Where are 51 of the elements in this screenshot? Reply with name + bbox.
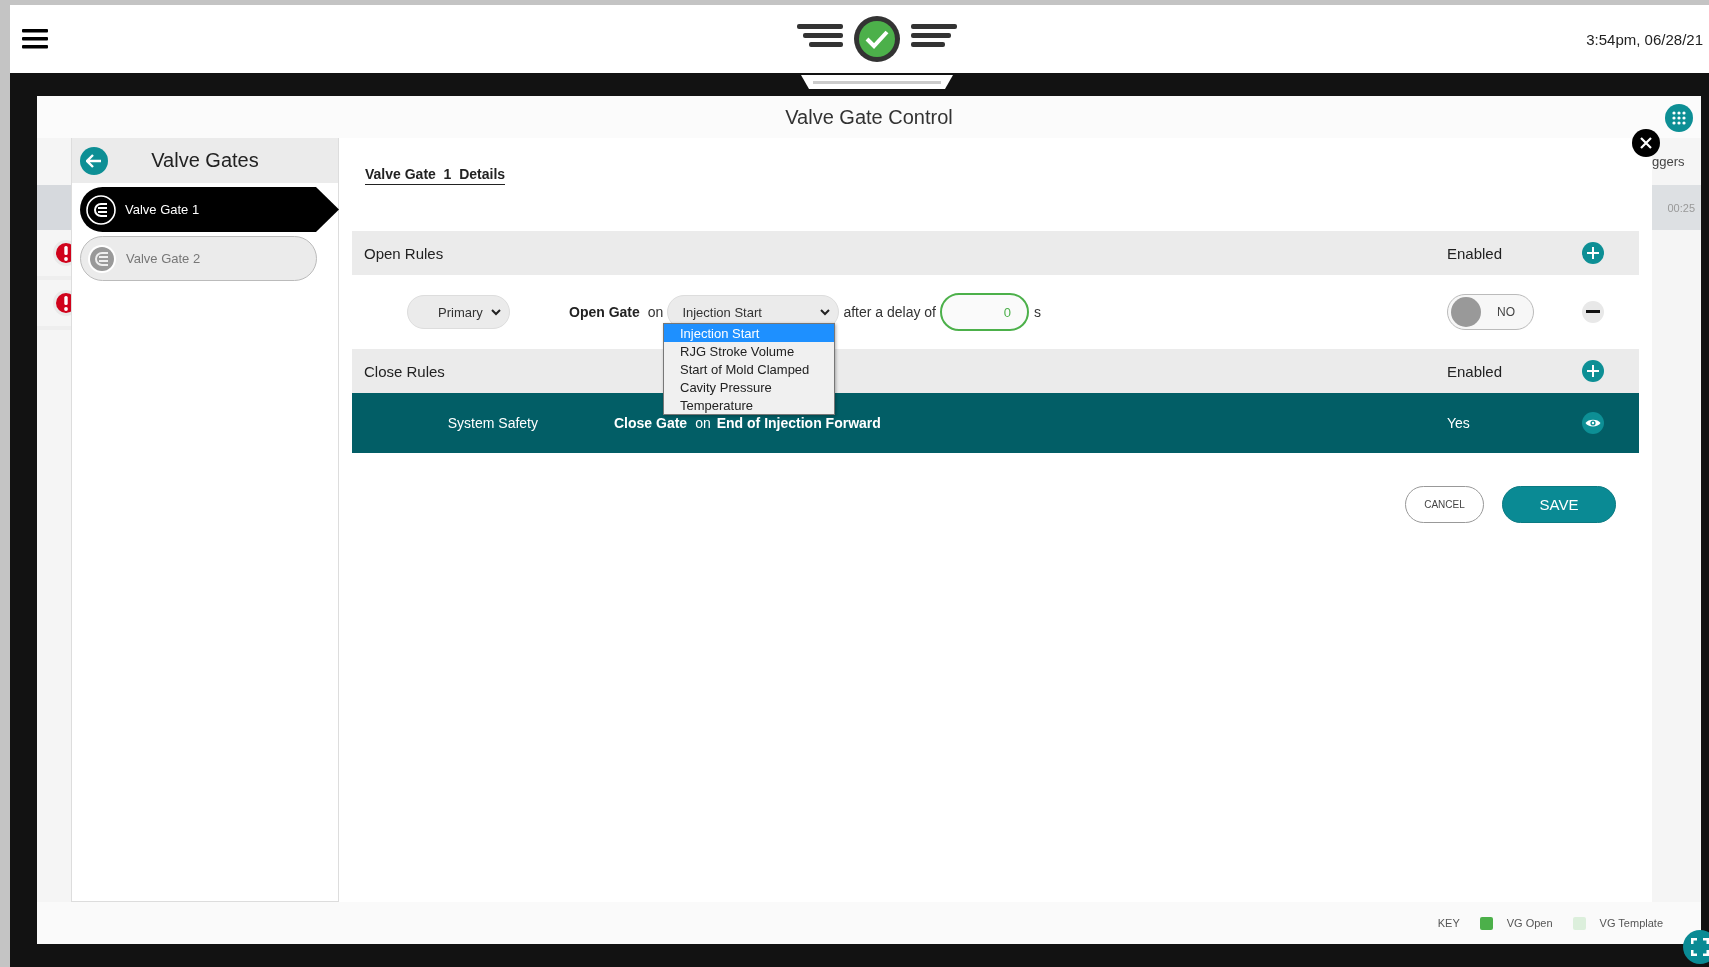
- add-button[interactable]: [1582, 242, 1604, 264]
- save-button[interactable]: SAVE: [1502, 486, 1616, 523]
- close-icon: [1640, 137, 1652, 149]
- dropdown-option[interactable]: Temperature: [664, 396, 834, 414]
- sidebar-item[interactable]: Valve Gate 1: [80, 187, 339, 232]
- rule-name: System Safety: [446, 415, 539, 431]
- enabled-toggle[interactable]: NO: [1447, 294, 1534, 330]
- column-heading: Enabled: [1447, 244, 1504, 262]
- menu-icon[interactable]: [22, 28, 48, 50]
- rule-text: on: [695, 415, 711, 431]
- dropdown-option[interactable]: Cavity Pressure: [664, 378, 834, 396]
- column-heading: Enabled: [1447, 362, 1504, 380]
- legend-title: KEY: [1437, 917, 1460, 929]
- add-button[interactable]: [1582, 360, 1604, 382]
- plus-icon: [1587, 365, 1599, 377]
- rule-trigger: End of Injection Forward: [716, 415, 881, 431]
- legend-label: VG Template: [1599, 917, 1663, 929]
- caret-icon: [820, 308, 831, 316]
- minus-icon: [1586, 310, 1600, 314]
- view-button[interactable]: [1582, 412, 1604, 434]
- modal-title: Valve Gate Control: [37, 96, 1701, 138]
- fullscreen-icon: [1691, 938, 1709, 956]
- legend-label: VG Open: [1506, 917, 1553, 929]
- sidebar-item[interactable]: Valve Gate 2: [80, 236, 317, 281]
- valve-gate-icon: [85, 193, 117, 226]
- eye-icon: [1585, 418, 1601, 428]
- section-title: Open Rules: [364, 244, 444, 262]
- details-title: Valve Gate 1 Details: [365, 158, 506, 185]
- rule-action: Open Gate: [569, 304, 640, 320]
- caret-icon: [491, 308, 501, 316]
- column-heading: ggers: [1652, 153, 1686, 171]
- dropdown-option[interactable]: RJG Stroke Volume: [664, 342, 834, 360]
- enabled-value: Yes: [1447, 415, 1471, 431]
- remove-button[interactable]: [1582, 301, 1604, 323]
- table-cell: 00:25: [1652, 185, 1701, 230]
- cancel-button[interactable]: CANCEL: [1405, 486, 1484, 523]
- arrow-left-icon: [86, 153, 102, 168]
- section-title: Close Rules: [364, 362, 445, 380]
- rule-text: after a delay of: [843, 304, 936, 320]
- plus-icon: [1587, 247, 1599, 259]
- grid-icon: [1672, 111, 1686, 125]
- dropdown-option[interactable]: Start of Mold Clamped: [664, 360, 834, 378]
- rule-text: on: [647, 304, 664, 320]
- valve-gate-icon: [86, 242, 118, 275]
- back-button[interactable]: [80, 146, 108, 175]
- unit-label: s: [1034, 304, 1041, 320]
- rule-action: Close Gate: [614, 415, 688, 431]
- priority-select[interactable]: Primary: [407, 295, 510, 329]
- timestamp: 3:54pm, 06/28/21: [1586, 30, 1703, 48]
- fullscreen-button[interactable]: [1683, 930, 1709, 964]
- sidebar-title: Valve Gates: [150, 149, 260, 172]
